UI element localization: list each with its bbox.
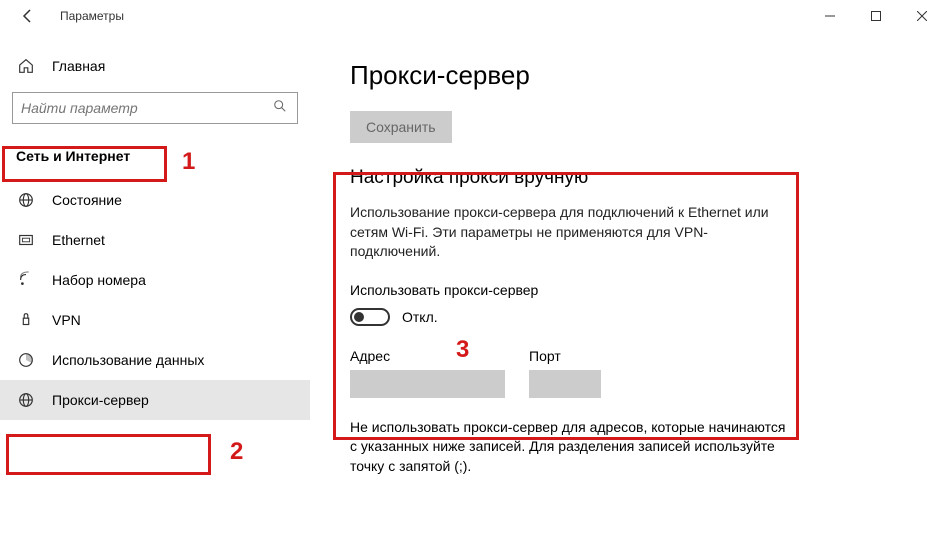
sidebar-item-proxy[interactable]: Прокси-сервер	[0, 380, 310, 420]
sidebar-item-ethernet[interactable]: Ethernet	[0, 220, 310, 260]
search-box[interactable]	[12, 92, 298, 124]
sidebar-item-status[interactable]: Состояние	[0, 180, 310, 220]
titlebar: Параметры	[0, 0, 945, 32]
proxy-toggle[interactable]	[350, 308, 390, 326]
manual-section-description: Использование прокси-сервера для подключ…	[350, 203, 790, 262]
port-input[interactable]	[529, 370, 601, 398]
sidebar: Главная Сеть и Интернет Состояние Ethern…	[0, 32, 310, 559]
sidebar-home-label: Главная	[52, 58, 105, 74]
toggle-knob	[354, 312, 364, 322]
sidebar-item-datausage[interactable]: Использование данных	[0, 340, 310, 380]
sidebar-section-header: Сеть и Интернет	[0, 140, 146, 172]
exclusion-description: Не использовать прокси-сервер для адресо…	[350, 418, 790, 477]
sidebar-item-label: Ethernet	[52, 232, 105, 248]
save-button[interactable]: Сохранить	[350, 111, 452, 143]
window-title: Параметры	[60, 9, 124, 23]
proxy-toggle-state: Откл.	[402, 309, 438, 325]
sidebar-item-label: Использование данных	[52, 352, 204, 368]
proxy-icon	[16, 390, 36, 410]
home-icon	[16, 56, 36, 76]
sidebar-item-label: Набор номера	[52, 272, 146, 288]
sidebar-home[interactable]: Главная	[0, 48, 310, 84]
sidebar-item-vpn[interactable]: VPN	[0, 300, 310, 340]
sidebar-item-label: Состояние	[52, 192, 122, 208]
search-input[interactable]	[21, 100, 289, 116]
manual-section-heading: Настройка прокси вручную	[350, 167, 905, 189]
address-input[interactable]	[350, 370, 505, 398]
window-controls	[807, 0, 945, 32]
search-icon	[273, 99, 287, 118]
page-title: Прокси-сервер	[350, 60, 905, 91]
minimize-button[interactable]	[807, 0, 853, 32]
main-content: Прокси-сервер Сохранить Настройка прокси…	[310, 32, 945, 559]
address-label: Адрес	[350, 348, 505, 364]
sidebar-item-label: VPN	[52, 312, 81, 328]
dialup-icon	[16, 270, 36, 290]
sidebar-item-label: Прокси-сервер	[52, 392, 149, 408]
close-button[interactable]	[899, 0, 945, 32]
port-label: Порт	[529, 348, 601, 364]
datausage-icon	[16, 350, 36, 370]
back-button[interactable]	[16, 4, 40, 28]
ethernet-icon	[16, 230, 36, 250]
status-icon	[16, 190, 36, 210]
maximize-button[interactable]	[853, 0, 899, 32]
sidebar-item-dialup[interactable]: Набор номера	[0, 260, 310, 300]
vpn-icon	[16, 310, 36, 330]
proxy-toggle-label: Использовать прокси-сервер	[350, 282, 905, 298]
